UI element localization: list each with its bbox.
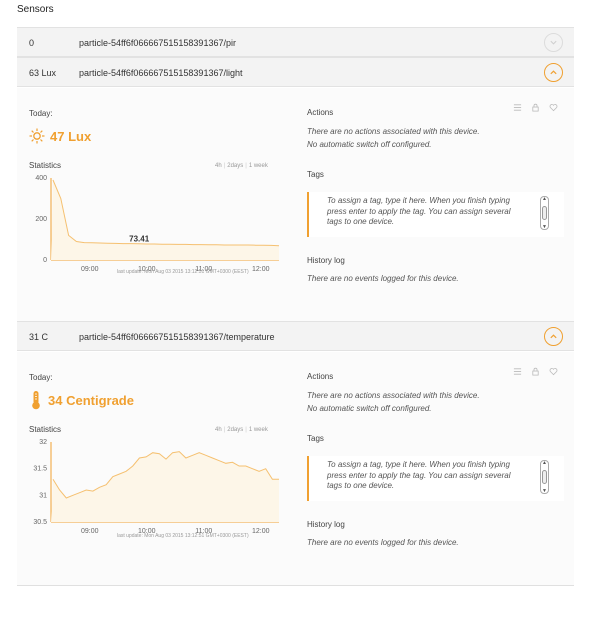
sensor-detail-light: Today: 47 Lux Statistics 4h | 2days | 1 week… <box>17 88 574 321</box>
tags-placeholder: To assign a tag, type it here. When you … <box>327 460 511 490</box>
today-label: Today: <box>29 109 53 118</box>
heart-icon[interactable] <box>549 103 558 112</box>
lock-icon[interactable] <box>531 103 540 112</box>
sensor-id: particle-54ff6f066667515158391367/light <box>79 68 243 78</box>
last-update-text: last update: Mon Aug 03 2015 13:12:51 GM… <box>117 269 249 275</box>
list-icon[interactable] <box>513 103 522 112</box>
actions-text: There are no actions associated with thi… <box>307 391 480 400</box>
actions-label: Actions <box>307 108 334 117</box>
data-label: 73.41 <box>129 235 150 244</box>
x-tick-label: 09:00 <box>81 266 99 273</box>
tags-label: Tags <box>307 434 324 443</box>
x-tick-label: 12:00 <box>252 266 270 273</box>
sensor-value: 63 Lux <box>29 68 57 78</box>
sensor-row-light[interactable]: 63 Lux particle-54ff6f066667515158391367… <box>17 57 574 87</box>
y-tick-label: 31 <box>39 492 47 499</box>
history-text: There are no events logged for this devi… <box>307 538 459 547</box>
switch-off-text: No automatic switch off configured. <box>307 404 432 413</box>
range-2days[interactable]: 2days <box>227 163 243 169</box>
divider <box>17 585 574 586</box>
tags-input[interactable]: To assign a tag, type it here. When you … <box>307 456 564 501</box>
sensor-value: 31 C <box>29 332 49 342</box>
series-area <box>51 180 279 260</box>
temperature-statistics-chart: 3231.53130.509:00 10:00 11:00 12:00 <box>33 439 280 535</box>
sensor-row-pir[interactable]: 0 particle-54ff6f066667515158391367/pir <box>17 27 574 57</box>
tags-placeholder: To assign a tag, type it here. When you … <box>327 196 511 226</box>
range-1week[interactable]: 1 week <box>249 163 268 169</box>
thermometer-icon <box>32 391 40 410</box>
y-tick-label: 200 <box>35 216 47 223</box>
chevron-down-icon <box>550 40 557 45</box>
current-reading: 34 Centigrade <box>29 390 134 410</box>
switch-off-text: No automatic switch off configured. <box>307 140 432 149</box>
statistics-label: Statistics <box>29 425 62 434</box>
sun-icon <box>29 128 45 144</box>
lock-icon[interactable] <box>531 367 540 376</box>
actions-label: Actions <box>307 372 334 381</box>
reading-value: 34 Centigrade <box>48 392 134 408</box>
series-area <box>51 451 279 522</box>
range-selector: 4h | 2days | 1 week <box>215 163 268 169</box>
history-label: History log <box>307 256 345 265</box>
chevron-up-icon <box>550 70 557 75</box>
sensor-id: particle-54ff6f066667515158391367/pir <box>79 38 236 48</box>
x-tick-label: 12:00 <box>252 528 270 535</box>
tags-scrollbar[interactable]: ▲ ▼ <box>540 196 549 230</box>
range-2days[interactable]: 2days <box>227 427 243 433</box>
series-line <box>52 179 280 247</box>
reading-value: 47 Lux <box>50 128 92 144</box>
device-actions-icons <box>513 103 558 112</box>
statistics-label: Statistics <box>29 161 62 170</box>
history-label: History log <box>307 520 345 529</box>
light-statistics-chart: 400200009:00 10:00 11:00 12:0073.41 <box>35 175 280 273</box>
range-4h[interactable]: 4h <box>215 163 222 169</box>
y-tick-label: 32 <box>39 439 47 446</box>
y-tick-label: 30.5 <box>33 519 47 526</box>
last-update-text: last update: Mon Aug 03 2015 13:12:51 GM… <box>117 533 249 539</box>
current-reading: 47 Lux <box>29 128 91 144</box>
chevron-up-icon <box>550 334 557 339</box>
history-text: There are no events logged for this devi… <box>307 274 459 283</box>
range-selector: 4h | 2days | 1 week <box>215 427 268 433</box>
range-1week[interactable]: 1 week <box>249 427 268 433</box>
range-4h[interactable]: 4h <box>215 427 222 433</box>
y-tick-label: 400 <box>35 175 47 182</box>
sensor-value: 0 <box>29 38 35 48</box>
sensor-id: particle-54ff6f066667515158391367/temper… <box>79 332 275 342</box>
sensor-row-temperature[interactable]: 31 C particle-54ff6f066667515158391367/t… <box>17 321 574 351</box>
device-actions-icons <box>513 367 558 376</box>
heart-icon[interactable] <box>549 367 558 376</box>
today-label: Today: <box>29 373 53 382</box>
sensor-detail-temperature: Today: 34 Centigrade Statistics 4h | 2days… <box>17 352 574 585</box>
tags-input[interactable]: To assign a tag, type it here. When you … <box>307 192 564 237</box>
x-tick-label: 09:00 <box>81 528 99 535</box>
collapse-toggle-button[interactable] <box>544 63 563 82</box>
y-tick-label: 0 <box>43 257 47 264</box>
list-icon[interactable] <box>513 367 522 376</box>
tags-scrollbar[interactable]: ▲ ▼ <box>540 460 549 494</box>
expand-toggle-button[interactable] <box>544 33 563 52</box>
page-title: Sensors <box>17 4 54 15</box>
collapse-toggle-button[interactable] <box>544 327 563 346</box>
actions-text: There are no actions associated with thi… <box>307 127 480 136</box>
tags-label: Tags <box>307 170 324 179</box>
y-tick-label: 31.5 <box>33 466 47 473</box>
